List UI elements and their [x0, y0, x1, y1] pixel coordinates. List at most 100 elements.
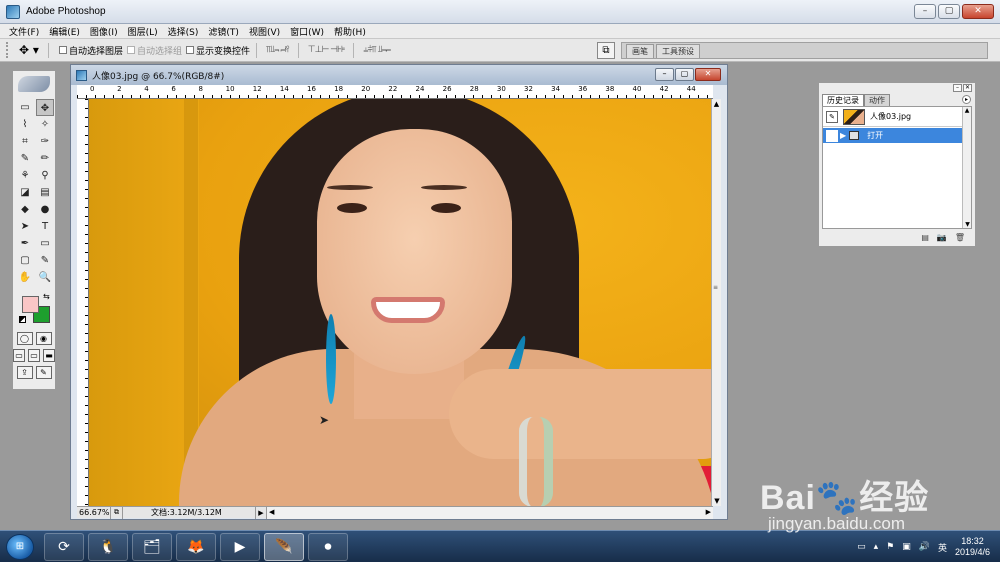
new-document-from-state-icon[interactable]: ▤ — [921, 233, 929, 242]
zoom-tool-icon[interactable]: 🔍 — [36, 269, 54, 286]
history-scroll-up-icon[interactable]: ▲ — [963, 107, 971, 114]
eyedropper-tool-icon[interactable]: ✎ — [36, 252, 54, 269]
rectangle-tool-icon[interactable]: ▭ — [36, 235, 54, 252]
brush-tool-icon[interactable]: ✏ — [36, 150, 54, 167]
document-title-bar[interactable]: 人像03.jpg @ 66.7%(RGB/8#) – ▢ ✕ — [71, 65, 727, 85]
document-close-button[interactable]: ✕ — [695, 68, 721, 81]
tray-expand-icon[interactable]: ▴ — [874, 542, 879, 552]
magic-wand-tool-icon[interactable]: ✧ — [36, 116, 54, 133]
history-brush-source-icon[interactable]: ✎ — [826, 110, 838, 123]
screen-mode-full-button[interactable]: ▬ — [43, 349, 55, 362]
palette-menu-icon[interactable]: ▸ — [962, 95, 971, 104]
close-button[interactable]: ✕ — [962, 4, 994, 19]
history-state-source-box[interactable] — [826, 129, 838, 142]
move-tool-icon[interactable]: ✥ ▾ — [16, 43, 42, 57]
taskbar-360-icon[interactable]: ⟳ — [44, 533, 84, 561]
imageready-icon[interactable]: ✎ — [35, 366, 52, 379]
tray-keyboard-icon[interactable]: ▭ — [857, 542, 866, 552]
jump-to-imageready-button[interactable]: ⇪ — [16, 366, 33, 379]
scroll-left-arrow-icon[interactable]: ◀ — [269, 507, 274, 518]
dodge-tool-icon[interactable]: ● — [36, 201, 54, 218]
palette-title-bar[interactable]: – ✕ — [819, 83, 975, 93]
standard-mode-button[interactable]: ◯ — [16, 332, 33, 345]
menu-filter[interactable]: 滤镜(T) — [203, 25, 244, 38]
menu-view[interactable]: 视图(V) — [244, 25, 285, 38]
checkbox-box[interactable] — [127, 46, 136, 54]
type-tool-icon[interactable]: T — [36, 218, 54, 235]
start-button[interactable]: ⊞ — [6, 534, 34, 560]
image-canvas[interactable]: ➤ — [89, 99, 713, 506]
vertical-ruler[interactable] — [77, 99, 89, 506]
scroll-up-arrow-icon[interactable]: ▲ — [712, 99, 721, 109]
status-preview-icon[interactable]: ⧉ — [111, 506, 123, 519]
document-restore-button[interactable]: ▢ — [675, 68, 694, 81]
taskbar-qq-icon[interactable]: 🐧 — [88, 533, 128, 561]
distribute-horizontal-icons[interactable]: ⫨⫩⫪ ⫫⫬⫭ — [363, 45, 391, 55]
tab-tool-presets[interactable]: 工具预设 — [656, 44, 700, 58]
taskbar-media-player-icon[interactable]: ▶ — [220, 533, 260, 561]
healing-brush-tool-icon[interactable]: ✎ — [16, 150, 34, 167]
palette-minimize-button[interactable]: – — [953, 84, 962, 92]
taskbar-photoshop-icon[interactable]: 🪶 — [264, 533, 304, 561]
pen-tool-icon[interactable]: ✒ — [16, 235, 34, 252]
tab-actions[interactable]: 动作 — [864, 94, 890, 106]
quick-mask-button[interactable]: ◉ — [35, 332, 52, 345]
options-grip[interactable] — [6, 42, 10, 58]
hand-tool-icon[interactable]: ✋ — [16, 269, 34, 286]
taskbar-explorer-icon[interactable]: 🗂 — [132, 533, 172, 561]
palette-well-toggle-icon[interactable]: ⧉ — [597, 42, 615, 59]
history-scroll-down-icon[interactable]: ▼ — [963, 221, 972, 228]
tray-flag-icon[interactable]: ⚑ — [886, 542, 894, 552]
menu-layer[interactable]: 图层(L) — [123, 25, 163, 38]
vertical-scrollbar[interactable]: ▲ ≡ ▼ — [711, 99, 721, 506]
screen-mode-standard-button[interactable]: ▭ — [13, 349, 25, 362]
scroll-right-arrow-icon[interactable]: ▶ — [706, 507, 711, 518]
menu-select[interactable]: 选择(S) — [163, 25, 204, 38]
auto-select-layer-checkbox[interactable]: 自动选择图层 — [59, 44, 123, 57]
scroll-down-arrow-icon[interactable]: ▼ — [712, 496, 722, 506]
align-edges-icons[interactable]: ⫪⫫⫬ ⫭⫮⫯ — [266, 45, 290, 55]
horizontal-scrollbar[interactable]: ◀ ▶ — [266, 506, 713, 519]
swap-colors-icon[interactable]: ⇆ — [43, 292, 50, 301]
tray-ime-icon[interactable]: 英 — [938, 541, 947, 554]
marquee-tool-icon[interactable]: ▭ — [16, 99, 34, 116]
tab-history[interactable]: 历史记录 — [822, 94, 864, 106]
minimize-button[interactable]: – — [914, 4, 936, 19]
move-tool-icon[interactable]: ✥ — [36, 99, 54, 116]
current-state-marker-icon[interactable]: ▶ — [840, 131, 846, 140]
menu-file[interactable]: 文件(F) — [4, 25, 44, 38]
scroll-thumb[interactable]: ≡ — [713, 284, 720, 296]
default-colors-icon[interactable] — [19, 316, 26, 323]
foreground-color-swatch[interactable] — [22, 296, 39, 313]
taskbar-clock[interactable]: 18:32 2019/4/6 — [955, 536, 990, 558]
zoom-field[interactable]: 66.67% — [77, 506, 111, 519]
restore-button[interactable]: ▢ — [938, 4, 960, 19]
distribute-top-icons[interactable]: ⊤⊥⊢ ⊣⊦⊧ — [308, 45, 346, 55]
checkbox-box[interactable] — [59, 46, 67, 54]
history-scrollbar[interactable]: ▲ ▼ — [962, 107, 971, 228]
taskbar-recorder-icon[interactable]: ⏺ — [308, 533, 348, 561]
history-state-open[interactable]: ▶ 打开 — [823, 128, 971, 143]
palette-close-button[interactable]: ✕ — [963, 84, 972, 92]
checkbox-box[interactable] — [186, 46, 195, 54]
tray-network-icon[interactable]: ▣ — [902, 542, 911, 552]
clone-stamp-tool-icon[interactable]: ⚘ — [16, 167, 34, 184]
tab-brushes[interactable]: 画笔 — [626, 44, 654, 58]
menu-help[interactable]: 帮助(H) — [329, 25, 371, 38]
path-selection-tool-icon[interactable]: ➤ — [16, 218, 34, 235]
gradient-tool-icon[interactable]: ▤ — [36, 184, 54, 201]
tray-volume-icon[interactable]: 🔊 — [919, 542, 930, 552]
lasso-tool-icon[interactable]: ⌇ — [16, 116, 34, 133]
menu-image[interactable]: 图像(I) — [85, 25, 123, 38]
delete-state-icon[interactable]: 🗑 — [955, 233, 965, 242]
history-snapshot[interactable]: ✎ 人像03.jpg — [823, 107, 971, 127]
screen-mode-menu-button[interactable]: ▭ — [28, 349, 40, 362]
slice-tool-icon[interactable]: ✑ — [36, 133, 54, 150]
crop-tool-icon[interactable]: ⌗ — [16, 133, 34, 150]
taskbar-firefox-icon[interactable]: 🦊 — [176, 533, 216, 561]
blur-tool-icon[interactable]: ◆ — [16, 201, 34, 218]
eraser-tool-icon[interactable]: ◪ — [16, 184, 34, 201]
auto-select-group-checkbox[interactable]: 自动选择组 — [127, 44, 182, 57]
history-brush-tool-icon[interactable]: ⚲ — [36, 167, 54, 184]
notes-tool-icon[interactable]: ▢ — [16, 252, 34, 269]
